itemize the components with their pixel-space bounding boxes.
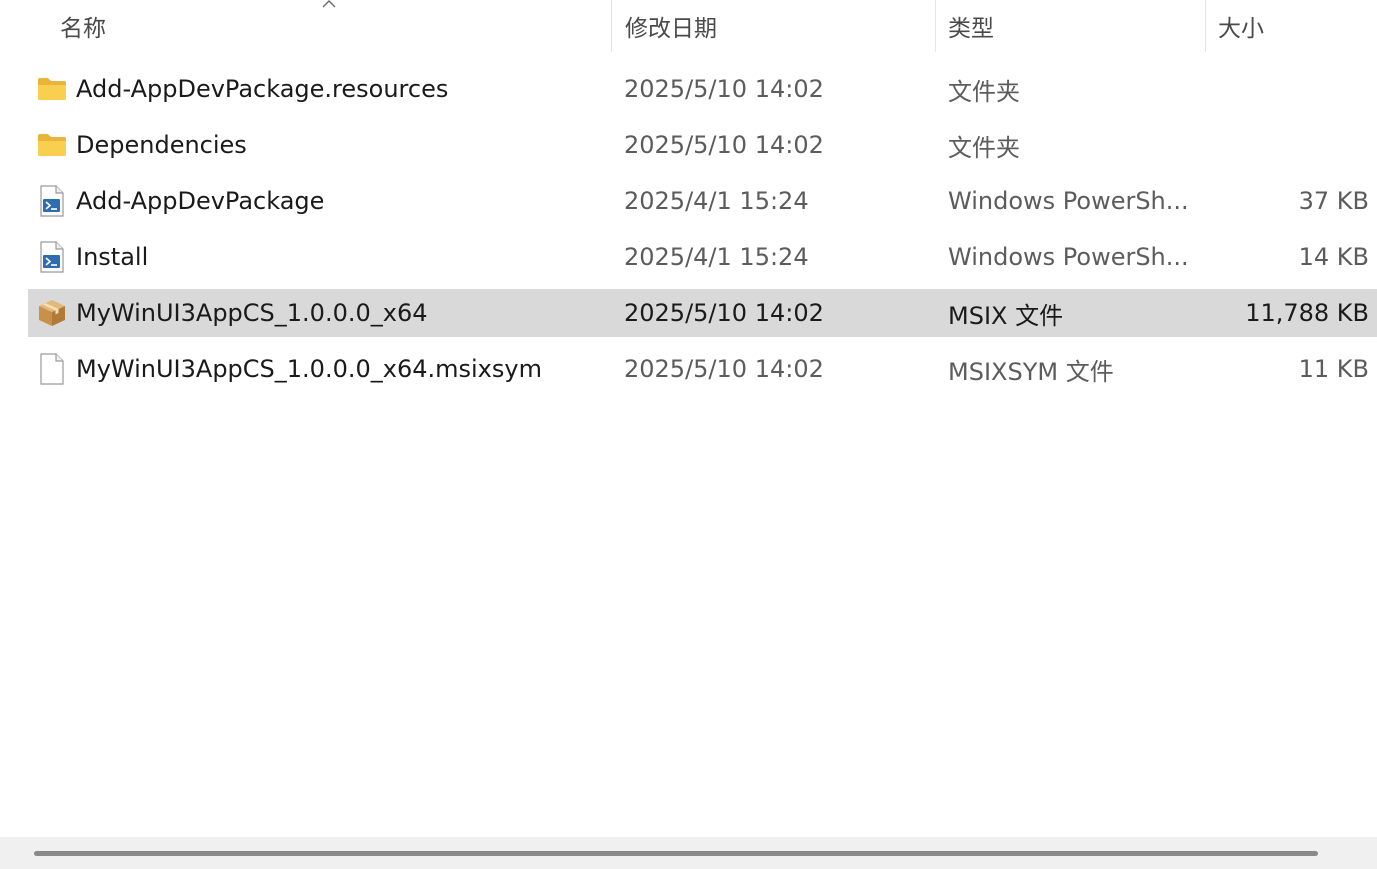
file-row[interactable]: MyWinUI3AppCS_1.0.0.0_x64.msixsym 2025/5… <box>28 345 1377 393</box>
powershell-script-icon <box>36 233 68 281</box>
file-row[interactable]: Install 2025/4/1 15:24 Windows PowerSh..… <box>28 233 1377 281</box>
file-date-modified: 2025/5/10 14:02 <box>624 299 824 327</box>
file-type: MSIX 文件 <box>948 301 1064 330</box>
package-icon <box>36 289 68 337</box>
blank-file-icon <box>36 345 68 393</box>
file-row[interactable]: Add-AppDevPackage.resources 2025/5/10 14… <box>28 65 1377 113</box>
file-date-modified: 2025/5/10 14:02 <box>624 355 824 383</box>
file-name: Install <box>76 243 149 271</box>
column-header-size-label: 大小 <box>1218 16 1264 42</box>
column-header-bar: 名称 修改日期 类型 大小 <box>0 0 1377 52</box>
column-header-date-label: 修改日期 <box>625 16 717 42</box>
file-row[interactable]: Add-AppDevPackage 2025/4/1 15:24 Windows… <box>28 177 1377 225</box>
file-name: MyWinUI3AppCS_1.0.0.0_x64 <box>76 299 428 327</box>
file-date-modified: 2025/4/1 15:24 <box>624 243 809 271</box>
horizontal-scrollbar-thumb[interactable] <box>34 851 1318 856</box>
horizontal-scrollbar[interactable] <box>0 837 1377 869</box>
file-name: Add-AppDevPackage <box>76 187 325 215</box>
file-type: 文件夹 <box>948 77 1020 106</box>
file-size: 14 KB <box>1298 243 1369 271</box>
file-name: MyWinUI3AppCS_1.0.0.0_x64.msixsym <box>76 355 542 383</box>
folder-icon <box>36 121 68 169</box>
file-size: 37 KB <box>1298 187 1369 215</box>
file-explorer: 名称 修改日期 类型 大小 Add-AppDevPackage.resource… <box>0 0 1377 869</box>
file-size: 11,788 KB <box>1245 299 1369 327</box>
file-date-modified: 2025/4/1 15:24 <box>624 187 809 215</box>
column-header-date-modified[interactable]: 修改日期 <box>611 0 935 52</box>
file-name: Dependencies <box>76 131 247 159</box>
file-type: MSIXSYM 文件 <box>948 357 1114 386</box>
column-header-type-label: 类型 <box>948 16 994 42</box>
column-header-name[interactable]: 名称 <box>60 0 610 52</box>
file-row-selected[interactable]: MyWinUI3AppCS_1.0.0.0_x64 2025/5/10 14:0… <box>28 289 1377 337</box>
powershell-script-icon <box>36 177 68 225</box>
file-name: Add-AppDevPackage.resources <box>76 75 449 103</box>
file-size: 11 KB <box>1298 355 1369 383</box>
file-date-modified: 2025/5/10 14:02 <box>624 75 824 103</box>
folder-icon <box>36 65 68 113</box>
column-header-type[interactable]: 类型 <box>935 0 1205 52</box>
column-header-name-label: 名称 <box>60 16 106 42</box>
file-type: Windows PowerSh... <box>948 187 1189 215</box>
file-type: Windows PowerSh... <box>948 243 1189 271</box>
file-date-modified: 2025/5/10 14:02 <box>624 131 824 159</box>
file-type: 文件夹 <box>948 133 1020 162</box>
file-row[interactable]: Dependencies 2025/5/10 14:02 文件夹 <box>28 121 1377 169</box>
column-header-size[interactable]: 大小 <box>1205 0 1377 52</box>
